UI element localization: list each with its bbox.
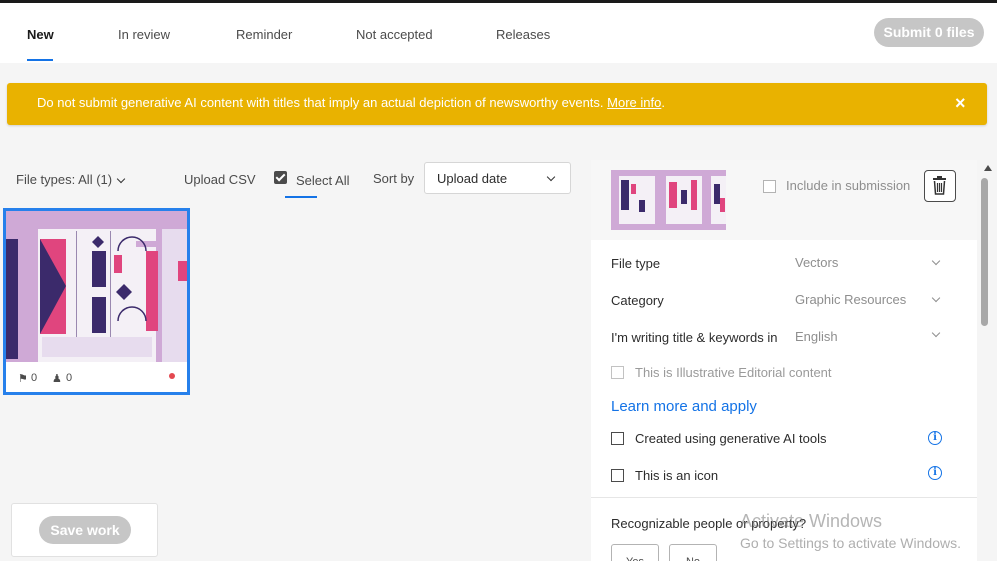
chevron-down-icon[interactable] (931, 293, 941, 303)
panel-scrollbar[interactable] (979, 160, 997, 561)
pattern-artwork (6, 211, 187, 362)
chevron-down-icon (546, 172, 556, 182)
generative-ai-label: Created using generative AI tools (635, 431, 827, 446)
submit-files-button[interactable]: Submit 0 files (874, 18, 984, 47)
activation-watermark-subtitle: Go to Settings to activate Windows. (740, 535, 961, 551)
tab-releases[interactable]: Releases (496, 27, 550, 42)
scroll-up-arrow-icon[interactable] (984, 165, 992, 171)
people-count: 0 (66, 372, 73, 384)
chevron-down-icon (116, 174, 126, 184)
category-label: Category (611, 293, 664, 308)
editorial-checkbox (611, 366, 624, 379)
tab-not-accepted[interactable]: Not accepted (356, 27, 433, 42)
include-in-submission-label: Include in submission (786, 178, 911, 193)
panel-header: Include in submission (591, 160, 977, 240)
category-select[interactable]: Graphic Resources (795, 292, 906, 307)
yes-button[interactable]: Yes (611, 544, 659, 561)
tag-icon: ⚑ (18, 373, 28, 385)
no-button[interactable]: No (669, 544, 717, 561)
sort-select[interactable]: Upload date (424, 162, 571, 194)
upload-csv-button[interactable]: Upload CSV (184, 172, 256, 187)
is-icon-checkbox[interactable] (611, 469, 624, 482)
save-work-button[interactable]: Save work (39, 516, 131, 544)
language-select[interactable]: English (795, 329, 838, 344)
file-types-dropdown[interactable]: File types: All (1) (16, 172, 126, 187)
select-all-label[interactable]: Select All (296, 173, 349, 188)
close-icon[interactable]: × (955, 93, 969, 113)
active-tab-indicator (27, 59, 53, 61)
keywords-count: 0 (31, 372, 38, 384)
pattern-artwork (611, 170, 726, 230)
asset-thumbnail[interactable]: ⚑ 0 ♟ 0 (3, 208, 190, 395)
select-all-checkbox[interactable] (274, 171, 287, 184)
language-label: I'm writing title & keywords in (611, 330, 778, 345)
info-icon[interactable]: i (928, 466, 942, 480)
activation-watermark-title: Activate Windows (740, 511, 883, 531)
tab-bar: New In review Reminder Not accepted Rele… (0, 3, 997, 63)
trash-icon-graphic (933, 176, 946, 195)
banner-message: Do not submit generative AI content with… (37, 95, 665, 110)
generative-ai-checkbox[interactable] (611, 432, 624, 445)
file-type-label: File type (611, 256, 661, 271)
tab-new[interactable]: New (27, 27, 54, 42)
include-in-submission-checkbox[interactable] (763, 180, 776, 193)
is-icon-label: This is an icon (635, 468, 719, 483)
tab-reminder[interactable]: Reminder (236, 27, 292, 42)
chevron-down-icon[interactable] (931, 328, 941, 338)
chevron-down-icon[interactable] (931, 256, 941, 266)
panel-preview-image (611, 170, 726, 230)
scroll-thumb[interactable] (981, 178, 988, 326)
select-all-focus-indicator (285, 196, 317, 198)
tab-in-review[interactable]: In review (118, 27, 170, 42)
trash-icon[interactable] (924, 170, 956, 202)
info-icon[interactable]: i (928, 431, 942, 445)
more-info-link[interactable]: More info (607, 95, 661, 110)
sort-by-label: Sort by (373, 171, 415, 186)
status-dot (169, 373, 175, 379)
editorial-label: This is Illustrative Editorial content (635, 365, 832, 380)
warning-banner: Do not submit generative AI content with… (7, 83, 987, 125)
file-type-select[interactable]: Vectors (795, 255, 838, 270)
details-panel: Include in submission File type Vectors … (591, 160, 977, 561)
people-icon: ♟ (52, 373, 62, 385)
save-work-container: Save work (11, 503, 158, 557)
thumbnail-footer: ⚑ 0 ♟ 0 (6, 362, 187, 392)
learn-more-link[interactable]: Learn more and apply (611, 398, 757, 415)
sort-select-value: Upload date (437, 171, 508, 186)
panel-divider (591, 497, 977, 498)
